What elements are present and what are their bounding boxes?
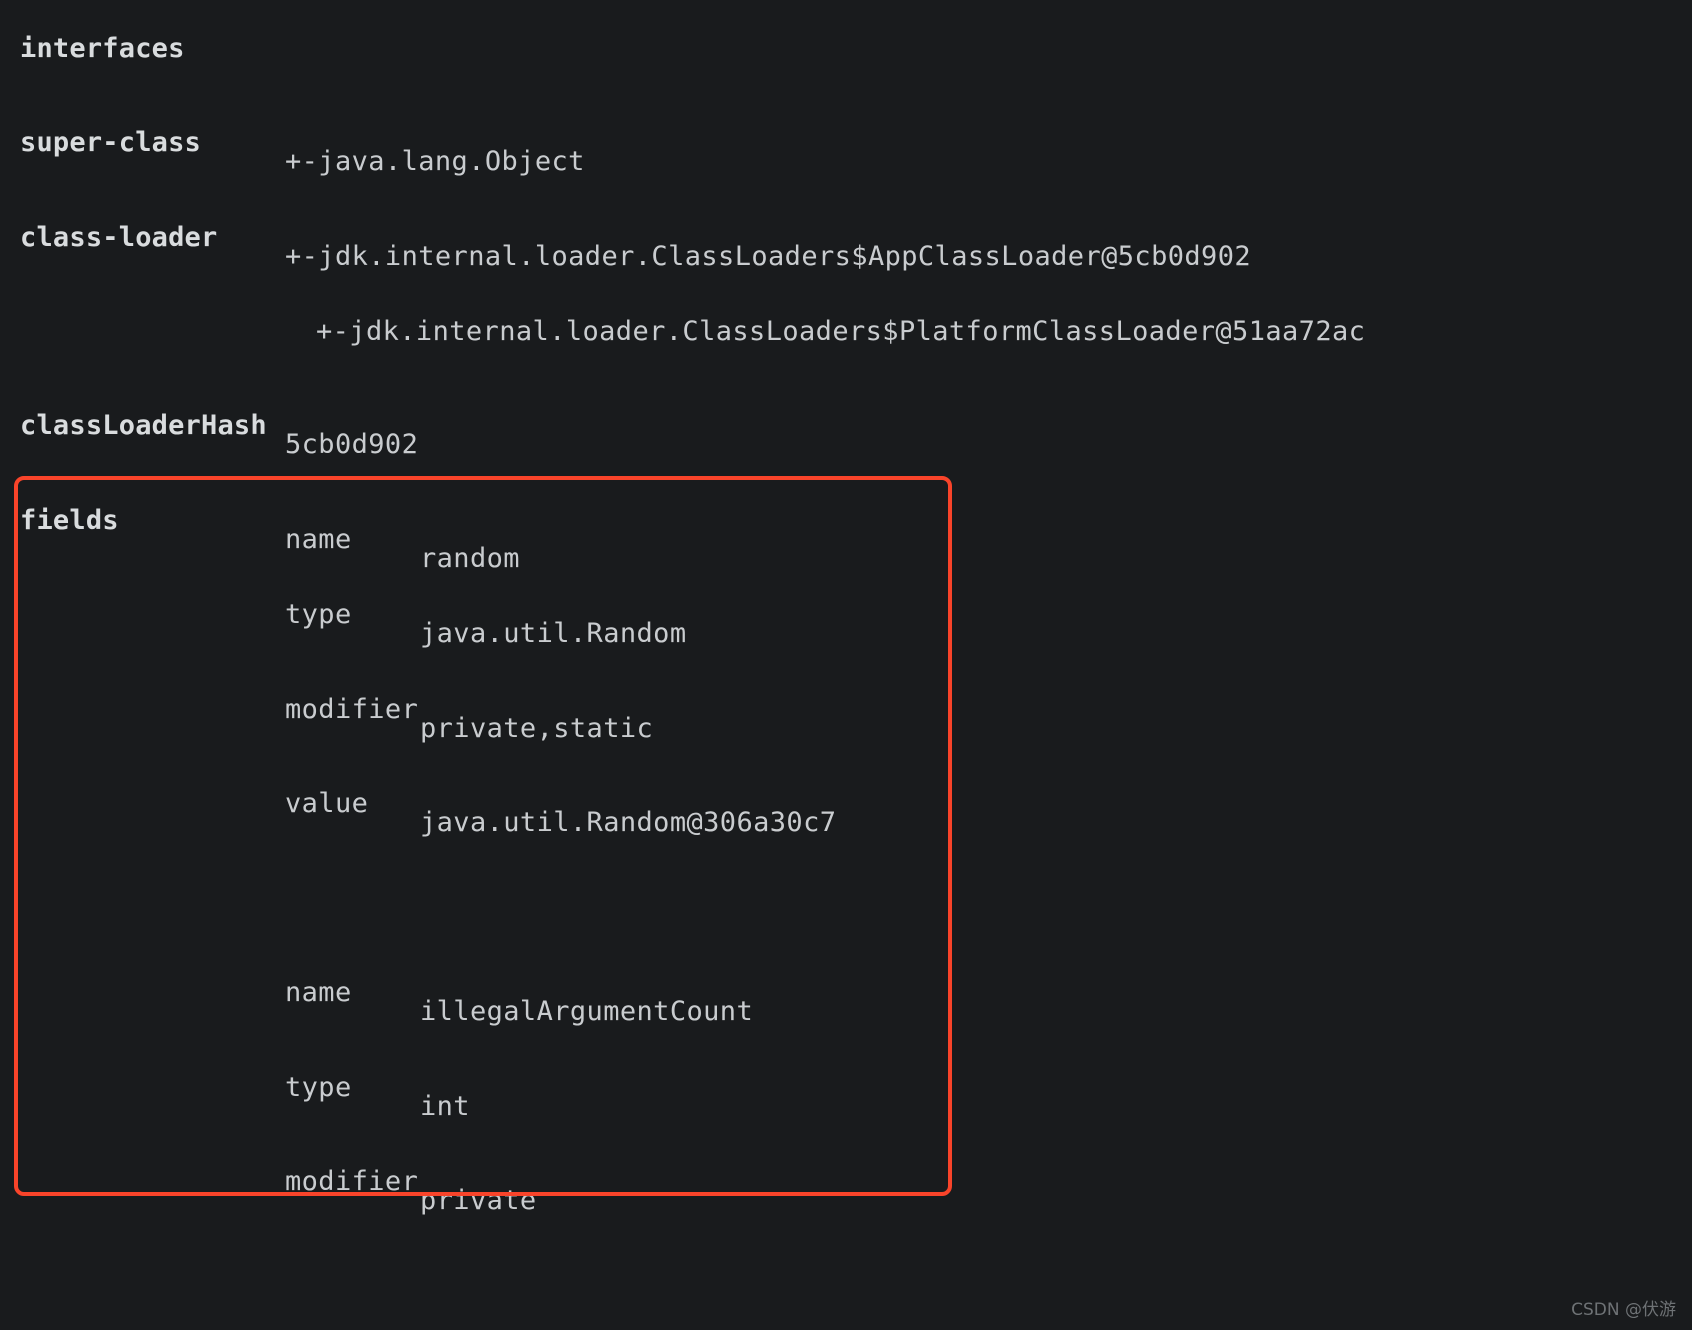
value-type-1: int <box>420 1091 470 1122</box>
subkey-value-0: value <box>285 788 369 819</box>
value-modifier-1: private <box>420 1185 537 1216</box>
row-fields-value-0: value java.util.Random@306a30c7 <box>0 761 1692 838</box>
row-fields-name-0: fields name random <box>0 478 1692 574</box>
row-fields-modifier-0: modifier private,static <box>0 667 1692 744</box>
row-fields-modifier-1: modifier private <box>0 1139 1692 1216</box>
value-type-0: java.util.Random <box>420 618 687 649</box>
value-name-1: illegalArgumentCount <box>420 996 754 1027</box>
value-class-loader-hash: 5cb0d902 <box>285 429 419 460</box>
row-super-class: super-class +-java.lang.Object <box>0 100 1692 177</box>
row-fields-type-1: type int <box>0 1045 1692 1122</box>
label-super-class: super-class <box>20 127 202 158</box>
subkey-name-0: name <box>285 524 352 555</box>
value-class-loader-app: +-jdk.internal.loader.ClassLoaders$AppCl… <box>285 241 1252 272</box>
label-interfaces: interfaces <box>20 33 185 64</box>
label-fields: fields <box>20 505 119 536</box>
row-class-loader-platform: +-jdk.internal.loader.ClassLoaders$Platf… <box>0 289 1692 347</box>
value-value-0: java.util.Random@306a30c7 <box>420 807 837 838</box>
label-class-loader-hash: classLoaderHash <box>20 410 267 441</box>
value-class-loader-platform: +-jdk.internal.loader.ClassLoaders$Platf… <box>316 316 1366 347</box>
row-fields-type-0: type java.util.Random <box>0 572 1692 649</box>
row-interfaces: interfaces <box>0 6 1692 64</box>
row-class-loader-hash: classLoaderHash 5cb0d902 <box>0 383 1692 460</box>
subkey-type-1: type <box>285 1072 352 1103</box>
label-class-loader: class-loader <box>20 222 218 253</box>
subkey-modifier-0: modifier <box>285 694 419 725</box>
subkey-modifier-1: modifier <box>285 1166 419 1197</box>
value-super-class: +-java.lang.Object <box>285 146 585 177</box>
watermark: CSDN @伏游 <box>1571 1300 1676 1320</box>
value-modifier-0: private,static <box>420 713 654 744</box>
console-output: interfaces super-class +-java.lang.Objec… <box>0 0 1692 1330</box>
row-class-loader: class-loader +-jdk.internal.loader.Class… <box>0 195 1692 272</box>
row-fields-name-1: name illegalArgumentCount <box>0 950 1692 1027</box>
terminal-screen: interfaces super-class +-java.lang.Objec… <box>0 0 1692 1330</box>
subkey-type-0: type <box>285 599 352 630</box>
subkey-name-1: name <box>285 977 352 1008</box>
